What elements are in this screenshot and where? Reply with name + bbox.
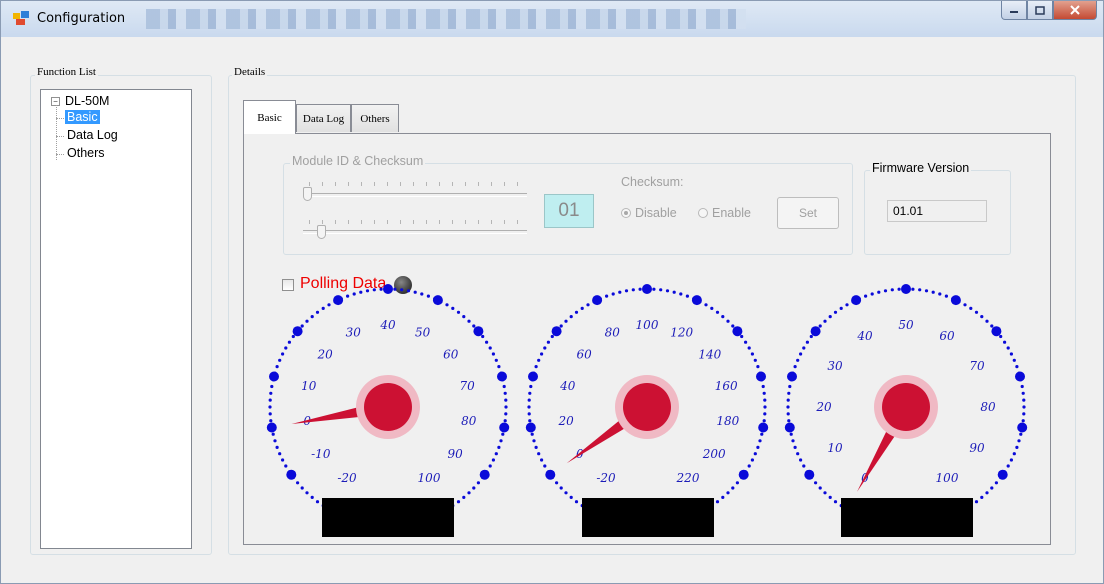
slider-1-thumb[interactable] xyxy=(303,187,312,201)
minimize-icon xyxy=(1010,11,1018,13)
function-list-label: Function List xyxy=(35,66,98,78)
gauge-3-display xyxy=(841,498,973,537)
tree-item-others[interactable]: Others xyxy=(56,146,107,160)
tree-item-label: Data Log xyxy=(67,128,118,142)
tree-root-node[interactable]: − DL-50M xyxy=(51,94,109,108)
checksum-enable-option[interactable]: Enable xyxy=(698,206,751,220)
checksum-label: Checksum: xyxy=(621,175,684,189)
title-bar[interactable]: Configuration xyxy=(1,1,1103,37)
app-icon xyxy=(13,11,29,25)
firmware-version-field: 01.01 xyxy=(887,200,987,222)
minimize-button[interactable] xyxy=(1001,1,1027,20)
slider-2-track xyxy=(303,230,527,234)
tree-connector xyxy=(56,105,57,160)
tree-root-label: DL-50M xyxy=(65,94,110,108)
tab-data-log[interactable]: Data Log xyxy=(296,104,351,132)
function-tree[interactable]: − DL-50M Basic Data Log Others xyxy=(40,89,192,549)
window-title: Configuration xyxy=(37,11,126,26)
tree-item-label: Others xyxy=(67,146,105,160)
tab-others[interactable]: Others xyxy=(351,104,399,132)
close-button[interactable] xyxy=(1053,1,1097,20)
radio-enable[interactable] xyxy=(698,208,708,218)
slider-2-thumb[interactable] xyxy=(317,225,326,239)
firmware-label: Firmware Version xyxy=(870,161,972,175)
polling-data-checkbox[interactable] xyxy=(282,279,294,291)
module-id-display: 01 xyxy=(544,194,594,228)
polling-status-led xyxy=(394,276,412,294)
checksum-disable-option[interactable]: Disable xyxy=(621,206,677,220)
slider-1-track xyxy=(303,193,527,197)
module-id-label: Module ID & Checksum xyxy=(290,154,426,168)
maximize-button[interactable] xyxy=(1027,1,1053,20)
set-button[interactable]: Set xyxy=(777,197,839,229)
tree-item-label: Basic xyxy=(67,110,98,124)
gauge-2-display xyxy=(582,498,714,537)
tab-basic[interactable]: Basic xyxy=(243,100,296,134)
close-icon xyxy=(1070,5,1080,15)
gauge-1-display xyxy=(322,498,454,537)
tree-item-data-log[interactable]: Data Log xyxy=(56,128,120,142)
maximize-icon xyxy=(1035,5,1045,15)
slider-2-ticks xyxy=(309,220,527,224)
slider-1-ticks xyxy=(309,182,527,186)
tree-item-basic[interactable]: Basic xyxy=(56,110,100,124)
radio-disable-label: Disable xyxy=(635,206,677,220)
radio-disable[interactable] xyxy=(621,208,631,218)
polling-data-label[interactable]: Polling Data xyxy=(300,275,386,293)
radio-enable-label: Enable xyxy=(712,206,751,220)
details-label: Details xyxy=(232,66,268,78)
title-background-strip xyxy=(146,9,746,29)
